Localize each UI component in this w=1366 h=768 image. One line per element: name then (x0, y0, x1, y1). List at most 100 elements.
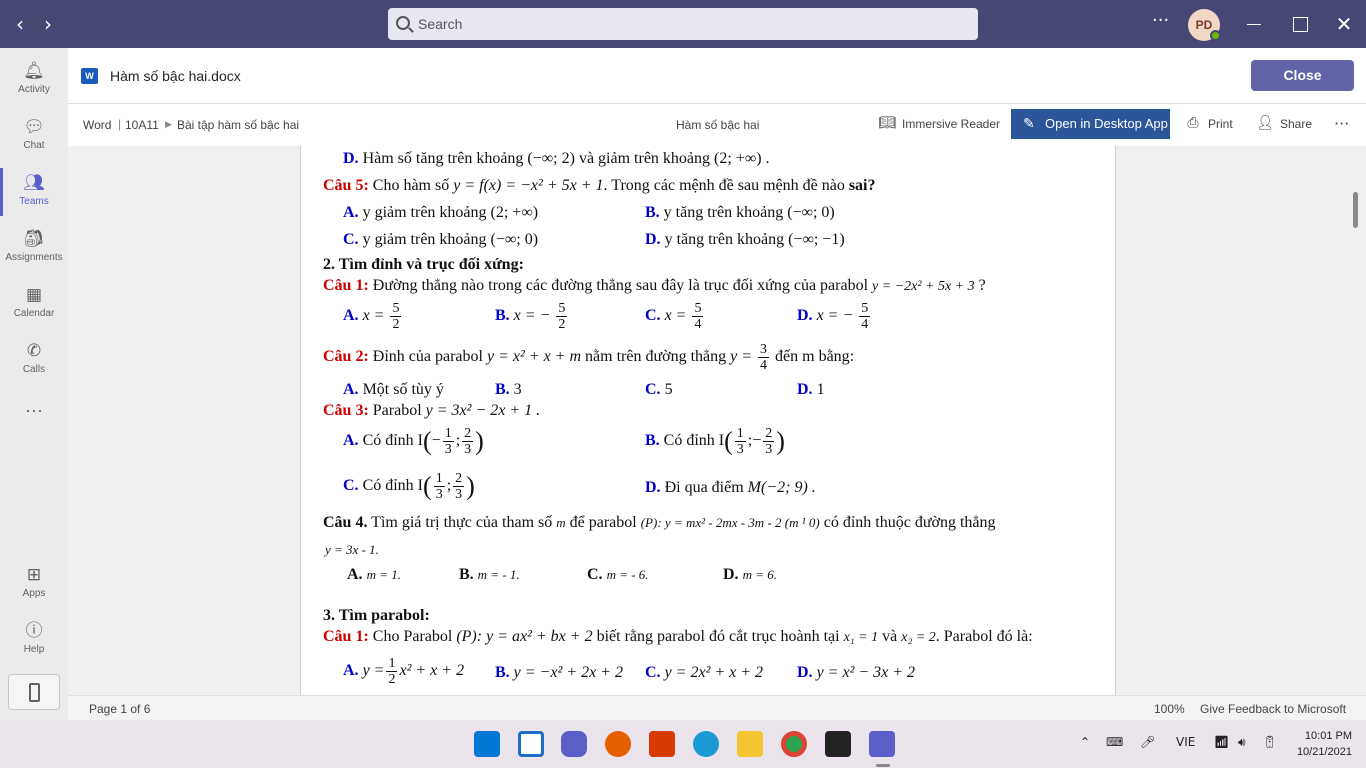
option-line: D. y tăng trên khoảng (−∞; −1) (645, 231, 845, 249)
fraction: 13 (734, 426, 746, 457)
option-label: D. (645, 231, 661, 248)
breadcrumb-folder[interactable]: 10A11 (125, 118, 159, 132)
math-expression: x = (362, 307, 385, 325)
option-line: A. Có đỉnh I(− 1 3; 2 3) (343, 426, 484, 457)
more-options-icon[interactable]: ··· (1152, 10, 1169, 31)
question-text: nằm trên đường thẳng (585, 348, 727, 366)
denominator: 2 (392, 317, 400, 332)
option-line: A. y = 1 2 x² + x + 2 (343, 656, 464, 687)
rail-label: Activity (18, 84, 50, 95)
math-expression: y = x² + x + m (486, 348, 582, 366)
share-button[interactable]: Share (1280, 117, 1312, 131)
rail-item-calendar[interactable]: ▦ Calendar (0, 276, 68, 332)
option-label: C. (587, 566, 603, 583)
option-label: D. (723, 566, 739, 583)
mobile-phone-icon (29, 683, 40, 702)
back-arrow-icon[interactable]: ‹ (8, 12, 32, 36)
battery-icon[interactable]: 🔋︎ (1262, 735, 1277, 749)
teams-chat-icon[interactable] (561, 731, 587, 757)
fraction: 54 (692, 301, 704, 332)
fraction: 23 (763, 426, 775, 457)
option-label: B. (459, 566, 474, 583)
rail-item-calls[interactable]: ✆ Calls (0, 332, 68, 388)
option-label: D. (645, 479, 661, 496)
denominator: 2 (558, 317, 566, 332)
more-options-icon[interactable]: ··· (1334, 114, 1349, 133)
rail-item-assignments[interactable]: 🎒︎ Assignments (0, 220, 68, 276)
option-text: y giảm trên khoảng (2; +∞) (362, 204, 539, 221)
option-text: 5 (664, 381, 673, 398)
numerator: 1 (442, 426, 454, 442)
chrome-icon[interactable] (781, 731, 807, 757)
option-text: Có đỉnh I (663, 432, 725, 450)
zoom-level[interactable]: 100% (1154, 702, 1185, 716)
breadcrumb-separator: | (118, 117, 122, 131)
option-line: B. x = − 52 (495, 301, 569, 332)
forward-arrow-icon[interactable]: › (36, 12, 60, 36)
question-text: Cho hàm số (372, 177, 450, 194)
question-line: Câu 1: Đường thẳng nào trong các đường t… (323, 277, 986, 295)
denominator: 3 (765, 442, 773, 457)
option-label: A. (343, 381, 359, 398)
paren: ( (423, 426, 432, 456)
language-indicator[interactable]: VIE (1176, 735, 1195, 749)
maximize-icon[interactable] (1288, 12, 1312, 36)
more-apps-icon[interactable]: ··· (0, 400, 68, 421)
math-expression: M(−2; 9) . (747, 479, 816, 496)
option-text: 1 (816, 381, 825, 398)
option-label: A. (343, 204, 359, 221)
paren: ( (423, 471, 432, 501)
breadcrumb-word[interactable]: Word (83, 118, 111, 132)
numerator: 5 (390, 301, 402, 317)
rail-item-help[interactable]: ⓘ Help (0, 612, 68, 668)
edge-icon[interactable] (693, 731, 719, 757)
search-input[interactable]: Search (388, 8, 978, 40)
option-label: D. (797, 381, 813, 398)
task-view-icon[interactable] (518, 731, 544, 757)
option-text: m = 6. (742, 567, 777, 582)
office-icon[interactable] (649, 731, 675, 757)
fraction: 13 (442, 426, 454, 457)
minimize-icon[interactable] (1242, 12, 1266, 36)
close-window-icon[interactable]: ✕ (1332, 12, 1356, 36)
rail-item-activity[interactable]: 🔔︎ Activity (0, 52, 68, 108)
windows-start-icon[interactable] (474, 731, 500, 757)
document-viewer[interactable]: D. Hàm số tăng trên khoảng (−∞; 2) và gi… (68, 146, 1366, 695)
numerator: 5 (859, 301, 871, 317)
math-expression: (P): y = mx² - 2mx - 3m - 2 (m ¹ 0) (640, 515, 820, 530)
rail-label: Assignments (5, 252, 63, 263)
close-button[interactable]: Close (1251, 60, 1354, 91)
option-line: D. y = x² − 3x + 2 (797, 664, 915, 682)
file-explorer-icon[interactable] (737, 731, 763, 757)
question-line: Câu 5: Cho hàm số y = f(x) = −x² + 5x + … (323, 177, 875, 195)
breadcrumb-file[interactable]: Bài tập hàm số bậc hai (177, 118, 299, 132)
print-button[interactable]: Print (1208, 117, 1233, 131)
denominator: 4 (861, 317, 869, 332)
option-line: A. y giảm trên khoảng (2; +∞) (343, 204, 538, 222)
question-text: để parabol (569, 514, 637, 531)
wifi-icon[interactable]: 📶︎ (1214, 735, 1229, 749)
keyboard-icon[interactable]: ⌨ (1106, 735, 1123, 749)
math-expression: x² + x + 2 (399, 662, 465, 680)
teams-icon[interactable] (869, 731, 895, 757)
pen-icon: ✎ (1023, 116, 1035, 132)
rail-item-apps[interactable]: ⊞ Apps (0, 556, 68, 612)
feedback-link[interactable]: Give Feedback to Microsoft (1200, 702, 1346, 716)
immersive-reader-button[interactable]: Immersive Reader (902, 117, 1000, 131)
rail-item-teams[interactable]: 👥︎ Teams (0, 164, 68, 220)
volume-icon[interactable]: 🔊︎ (1238, 735, 1246, 750)
denominator: 3 (435, 487, 443, 502)
system-clock[interactable]: 10:01 PM 10/21/2021 (1290, 728, 1352, 760)
document-title[interactable]: Hàm số bậc hai (676, 118, 759, 132)
vertical-scrollbar[interactable] (1353, 192, 1358, 228)
open-in-desktop-app-button[interactable]: ✎ Open in Desktop App (1011, 109, 1170, 139)
mobile-app-button[interactable] (8, 674, 60, 710)
app-icon[interactable] (825, 731, 851, 757)
paren: ( (724, 426, 733, 456)
chevron-up-icon[interactable]: ⌃ (1080, 735, 1090, 749)
rail-item-chat[interactable]: 💬︎ Chat (0, 108, 68, 164)
microphone-icon[interactable]: 🎤︎ (1140, 735, 1155, 749)
fraction: 13 (433, 471, 445, 502)
firefox-icon[interactable] (605, 731, 631, 757)
option-text: y tăng trên khoảng (−∞; −1) (664, 231, 845, 248)
